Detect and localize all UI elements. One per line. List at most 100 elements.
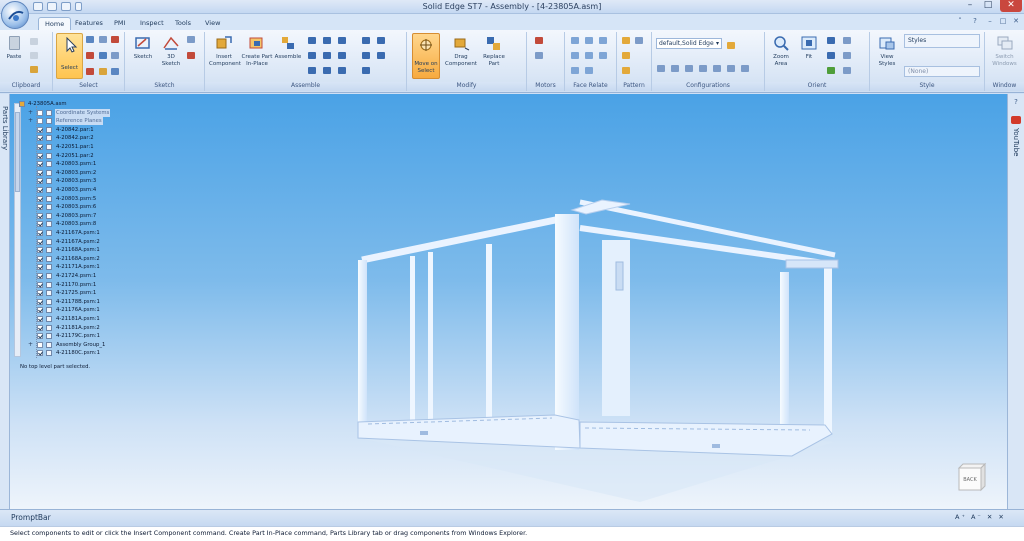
tree-item-checkbox[interactable] xyxy=(37,341,43,348)
tree-item-checkbox[interactable] xyxy=(37,238,43,245)
left-inner-post-1[interactable] xyxy=(410,256,415,421)
close-icon[interactable]: ✕ xyxy=(1000,0,1022,12)
tree-item-checkbox[interactable] xyxy=(37,204,43,211)
maximize-icon[interactable]: □ xyxy=(980,0,996,12)
zoom-area-button[interactable]: Zoom Area xyxy=(768,35,794,68)
pattern-icon-1[interactable] xyxy=(622,37,630,44)
tree-item-checkbox[interactable] xyxy=(37,178,43,185)
style-select[interactable]: (None) xyxy=(904,66,980,77)
application-button[interactable] xyxy=(1,1,29,29)
styles-gallery[interactable]: Styles xyxy=(904,34,980,48)
zoom-icon[interactable] xyxy=(827,37,835,44)
face-relate-icon-7[interactable] xyxy=(571,67,579,74)
select-button[interactable]: Select xyxy=(56,33,83,79)
relation-icon-12[interactable] xyxy=(362,52,370,59)
relation-icon-6[interactable] xyxy=(338,52,346,59)
relation-icon-7[interactable] xyxy=(308,67,316,74)
sketch-button[interactable]: Sketch xyxy=(128,35,158,61)
tab-features[interactable]: Features xyxy=(69,17,109,30)
face-relate-icon-4[interactable] xyxy=(571,52,579,59)
face-relate-icon-5[interactable] xyxy=(585,52,593,59)
3d-sketch-button[interactable]: 3D Sketch xyxy=(158,35,184,68)
pattern-icon-4[interactable] xyxy=(622,67,630,74)
tree-item-checkbox[interactable] xyxy=(37,126,43,133)
right-rear-post[interactable] xyxy=(824,266,832,434)
mdi-minimize-icon[interactable]: – xyxy=(985,17,995,26)
tree-item-checkbox[interactable] xyxy=(37,290,43,297)
select-tool-icon-3[interactable] xyxy=(111,36,119,43)
paste-button[interactable]: Paste xyxy=(3,35,25,61)
right-top-header[interactable] xyxy=(785,259,839,269)
select-tool-icon-2[interactable] xyxy=(99,36,107,43)
motor-icon[interactable] xyxy=(535,37,543,44)
select-tool-icon-4[interactable] xyxy=(86,52,94,59)
select-tool-icon-9[interactable] xyxy=(111,68,119,75)
rotate-icon[interactable] xyxy=(827,52,835,59)
tree-item-checkbox[interactable] xyxy=(37,324,43,331)
pan-icon[interactable] xyxy=(843,37,851,44)
configuration-select[interactable]: default,Solid Edge ▾ xyxy=(656,38,722,49)
config-icon-6[interactable] xyxy=(727,65,735,72)
relation-icon-13[interactable] xyxy=(377,52,385,59)
relation-icon-11[interactable] xyxy=(377,37,385,44)
tree-item-checkbox[interactable] xyxy=(37,109,43,116)
cut-icon[interactable] xyxy=(30,38,38,45)
select-tool-icon-1[interactable] xyxy=(86,36,94,43)
relation-icon-8[interactable] xyxy=(323,67,331,74)
left-inner-post-2[interactable] xyxy=(428,252,433,420)
face-relate-icon-2[interactable] xyxy=(585,37,593,44)
switch-windows-button[interactable]: Switch Windows xyxy=(988,35,1021,68)
create-part-in-place-button[interactable]: Create Part In-Place xyxy=(241,35,273,68)
config-icon-4[interactable] xyxy=(699,65,707,72)
tree-item-checkbox[interactable] xyxy=(37,221,43,228)
tree-item-checkbox[interactable] xyxy=(37,169,43,176)
tree-item-checkbox[interactable] xyxy=(37,255,43,262)
minimize-icon[interactable]: – xyxy=(962,0,978,12)
named-views-icon[interactable] xyxy=(843,67,851,74)
select-tool-icon-7[interactable] xyxy=(86,68,94,75)
parts-library-tab[interactable]: Parts Library xyxy=(0,94,10,509)
face-relate-icon-1[interactable] xyxy=(571,37,579,44)
relation-icon-2[interactable] xyxy=(323,37,331,44)
assemble-button[interactable]: Assemble xyxy=(273,35,303,61)
right-front-post[interactable] xyxy=(780,272,789,442)
relation-icon-3[interactable] xyxy=(338,37,346,44)
config-icon-5[interactable] xyxy=(713,65,721,72)
tree-item-checkbox[interactable] xyxy=(37,333,43,340)
ribbon-collapse-icon[interactable]: ˄ xyxy=(955,17,965,26)
config-icon-3[interactable] xyxy=(685,65,693,72)
tree-item-checkbox[interactable] xyxy=(37,144,43,150)
tree-item-checkbox[interactable] xyxy=(37,118,43,125)
mdi-restore-icon[interactable]: □ xyxy=(998,17,1008,26)
move-on-select-button[interactable]: Move on Select xyxy=(412,33,440,79)
tree-item-checkbox[interactable] xyxy=(37,212,43,219)
config-icon-2[interactable] xyxy=(671,65,679,72)
refresh-icon[interactable] xyxy=(827,67,835,74)
tree-item-checkbox[interactable] xyxy=(37,161,43,168)
pattern-icon-2[interactable] xyxy=(635,37,643,44)
tab-home[interactable]: Home xyxy=(38,17,72,30)
top-rail-left[interactable] xyxy=(361,214,566,264)
orient-icon[interactable] xyxy=(843,52,851,59)
config-icon-1[interactable] xyxy=(657,65,665,72)
select-tool-icon-5[interactable] xyxy=(99,52,107,59)
relation-icon-5[interactable] xyxy=(323,52,331,59)
config-settings-icon[interactable] xyxy=(727,42,735,49)
promptbar-tools[interactable]: A⁺ A⁻ ✕ ✕ xyxy=(955,513,1006,521)
tree-item-checkbox[interactable] xyxy=(37,307,43,314)
view-styles-button[interactable]: View Styles xyxy=(874,35,900,68)
tree-item-checkbox[interactable] xyxy=(37,264,43,271)
tab-pmi[interactable]: PMI xyxy=(108,17,131,30)
tree-item-checkbox[interactable] xyxy=(37,230,43,236)
insert-component-button[interactable]: Insert Component xyxy=(209,35,241,68)
expand-icon[interactable]: + xyxy=(28,109,33,117)
view-cube[interactable]: BACK xyxy=(955,460,989,494)
relation-icon-1[interactable] xyxy=(308,37,316,44)
relation-icon-14[interactable] xyxy=(362,67,370,74)
left-inner-post-3[interactable] xyxy=(486,244,492,418)
expand-icon[interactable]: + xyxy=(28,117,33,125)
help-icon[interactable]: ? xyxy=(970,17,980,26)
tab-inspect[interactable]: Inspect xyxy=(134,17,170,30)
youtube-tab[interactable]: ? YouTube xyxy=(1007,94,1024,509)
assembly-model[interactable] xyxy=(340,190,840,510)
